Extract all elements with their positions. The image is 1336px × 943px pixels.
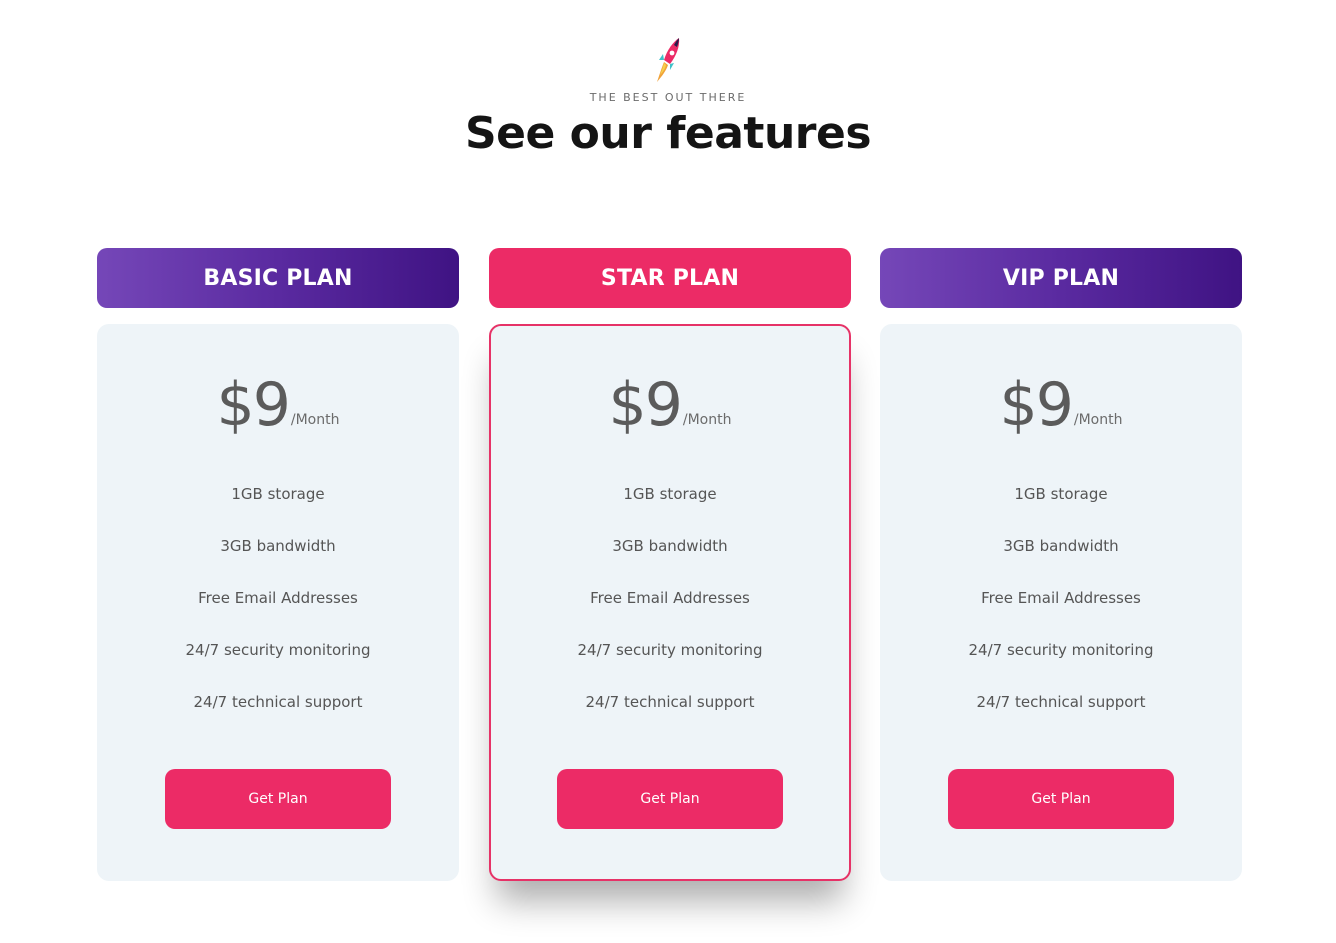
feature-item: 3GB bandwidth — [612, 537, 728, 555]
feature-item: 24/7 security monitoring — [185, 641, 371, 659]
feature-item: Free Email Addresses — [198, 589, 358, 607]
feature-item: 3GB bandwidth — [1003, 537, 1119, 555]
feature-list: 1GB storage 3GB bandwidth Free Email Add… — [97, 481, 459, 741]
feature-item: 3GB bandwidth — [220, 537, 336, 555]
section-eyebrow: THE BEST OUT THERE — [589, 91, 747, 104]
plan-price: $9 — [999, 370, 1074, 440]
plan-header-basic: BASIC PLAN — [97, 248, 459, 308]
plan-price: $9 — [608, 370, 683, 440]
plan-card-basic: $9 /Month 1GB storage 3GB bandwidth Free… — [97, 324, 459, 881]
feature-item: 24/7 security monitoring — [968, 641, 1154, 659]
feature-item: Free Email Addresses — [590, 589, 750, 607]
get-plan-button-vip[interactable]: Get Plan — [948, 769, 1174, 829]
price-row: $9 /Month — [97, 370, 459, 440]
get-plan-button-star[interactable]: Get Plan — [557, 769, 783, 829]
plan-basic: BASIC PLAN $9 /Month 1GB storage 3GB ban… — [97, 248, 459, 881]
feature-item: 1GB storage — [1014, 485, 1108, 503]
plan-star: STAR PLAN $9 /Month 1GB storage 3GB band… — [489, 248, 851, 881]
plan-card-vip: $9 /Month 1GB storage 3GB bandwidth Free… — [880, 324, 1242, 881]
feature-item: 1GB storage — [623, 485, 717, 503]
feature-item: 24/7 technical support — [585, 693, 755, 711]
feature-item: 24/7 security monitoring — [577, 641, 763, 659]
feature-item: 1GB storage — [231, 485, 325, 503]
plan-card-star: $9 /Month 1GB storage 3GB bandwidth Free… — [489, 324, 851, 881]
plan-price: $9 — [216, 370, 291, 440]
plan-period: /Month — [1073, 412, 1123, 428]
price-row: $9 /Month — [880, 370, 1242, 440]
plan-period: /Month — [682, 412, 732, 428]
feature-item: Free Email Addresses — [981, 589, 1141, 607]
rocket-icon — [657, 38, 680, 82]
plan-header-star: STAR PLAN — [489, 248, 851, 308]
feature-list: 1GB storage 3GB bandwidth Free Email Add… — [491, 481, 849, 741]
section-title: See our features — [464, 108, 872, 159]
plan-header-vip: VIP PLAN — [880, 248, 1242, 308]
get-plan-button-basic[interactable]: Get Plan — [165, 769, 391, 829]
plan-period: /Month — [290, 412, 340, 428]
price-row: $9 /Month — [491, 370, 849, 440]
feature-list: 1GB storage 3GB bandwidth Free Email Add… — [880, 481, 1242, 741]
feature-item: 24/7 technical support — [193, 693, 363, 711]
feature-item: 24/7 technical support — [976, 693, 1146, 711]
plan-vip: VIP PLAN $9 /Month 1GB storage 3GB bandw… — [880, 248, 1242, 881]
